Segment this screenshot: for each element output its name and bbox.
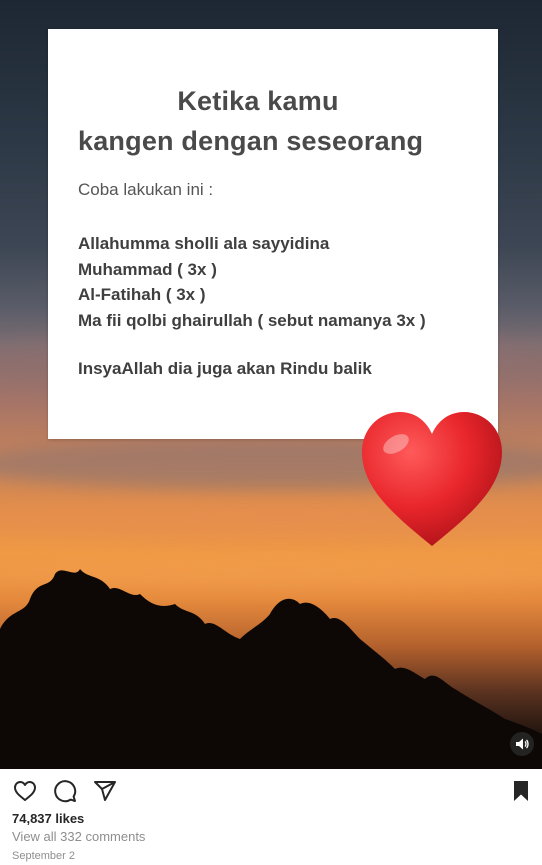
bookmark-icon[interactable] <box>509 779 533 803</box>
card-title: Ketika kamu kangen dengan seseorang <box>48 81 468 161</box>
card-title-line-2: kangen dengan seseorang <box>78 126 424 156</box>
post-date: September 2 <box>12 850 75 862</box>
heart-outline-icon[interactable] <box>13 779 37 803</box>
card-step: Al-Fatihah ( 3x ) <box>78 285 206 304</box>
card-step: Allahumma sholli ala sayyidina <box>78 234 330 253</box>
card-intro: Coba lakukan ini : <box>78 180 214 199</box>
view-comments-link[interactable]: View all 332 comments <box>12 829 145 844</box>
card-closing: InsyaAllah dia juga akan Rindu balik <box>78 359 372 378</box>
paper-plane-icon[interactable] <box>93 779 117 803</box>
sound-toggle-button[interactable] <box>510 732 534 756</box>
speaker-icon <box>516 738 529 750</box>
card-steps: Allahumma sholli ala sayyidina Muhammad … <box>78 231 426 333</box>
tree-silhouette <box>0 569 542 769</box>
likes-count[interactable]: 74,837 likes <box>12 811 84 826</box>
text-card: Ketika kamu kangen dengan seseorang Coba… <box>48 29 498 439</box>
post-video[interactable]: Ketika kamu kangen dengan seseorang Coba… <box>0 0 542 769</box>
card-step: Ma fii qolbi ghairullah ( sebut namanya … <box>78 310 426 330</box>
card-step: Muhammad ( 3x ) <box>78 259 217 279</box>
action-bar <box>0 769 542 813</box>
instagram-post: Ketika kamu kangen dengan seseorang Coba… <box>0 0 542 865</box>
card-title-line-1: Ketika kamu <box>177 86 339 116</box>
comment-icon[interactable] <box>53 779 77 803</box>
heart-icon <box>362 412 502 546</box>
